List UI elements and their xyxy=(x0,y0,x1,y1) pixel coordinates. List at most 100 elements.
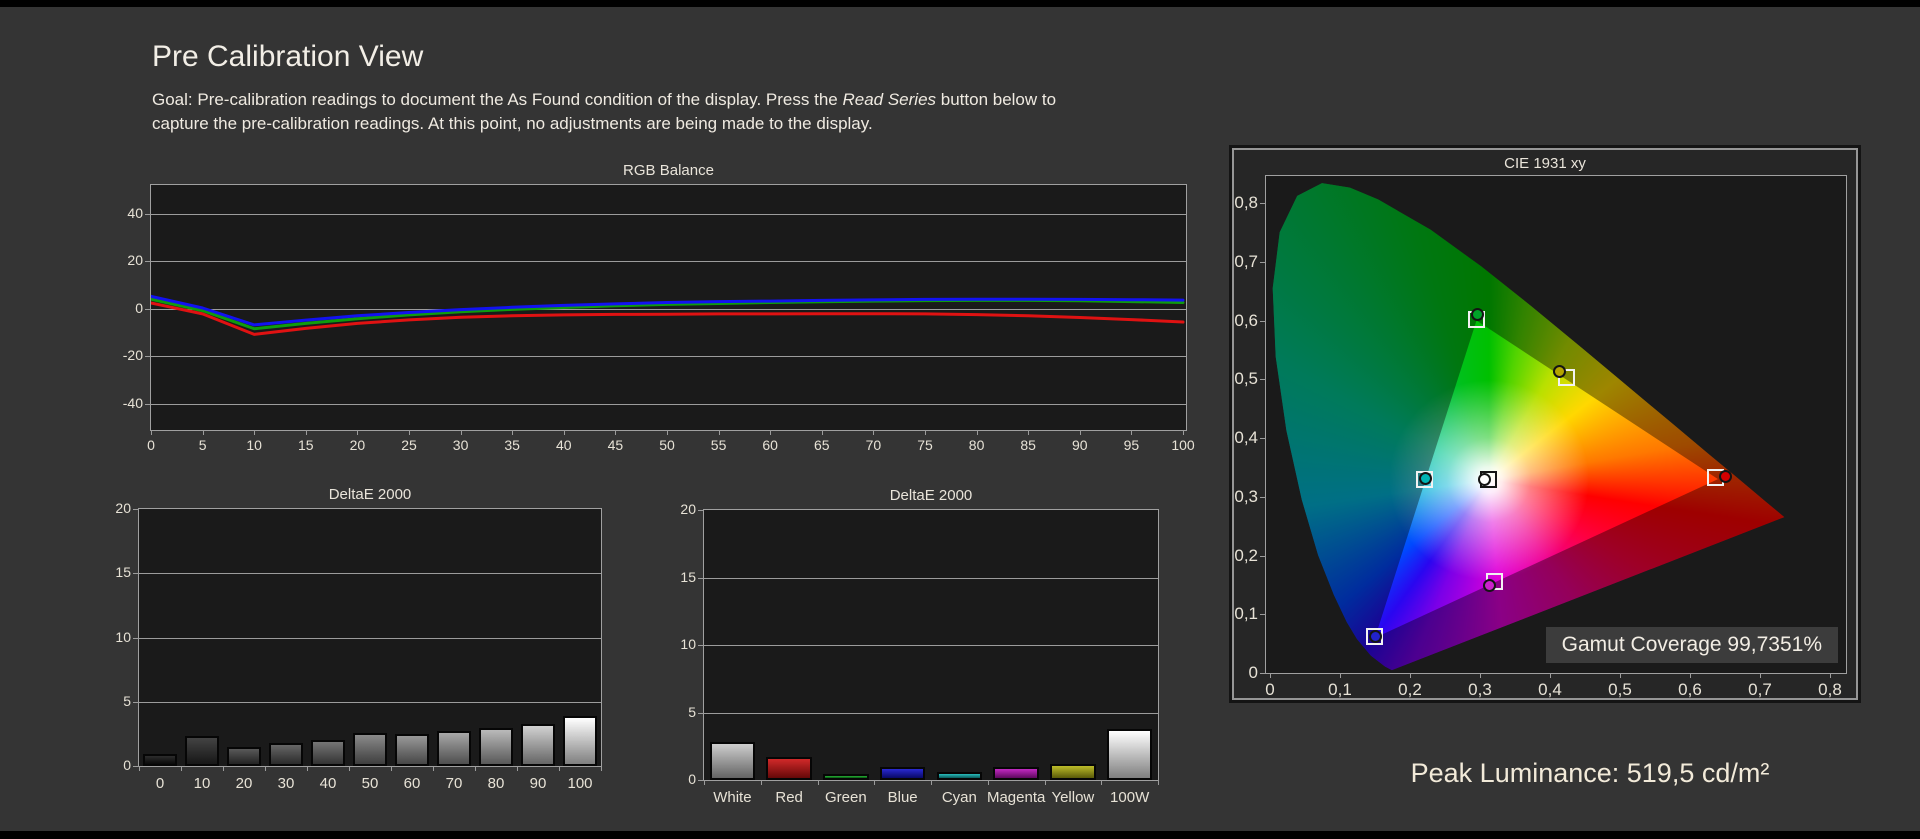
x-tick-label: 90 xyxy=(1060,437,1100,453)
bar-60 xyxy=(395,734,429,766)
x-tick-label: 50 xyxy=(647,437,687,453)
x-tick xyxy=(203,430,204,435)
cie-measured-red xyxy=(1719,470,1732,483)
y-tick xyxy=(133,509,139,510)
y-tick xyxy=(1260,673,1266,674)
top-black-strip xyxy=(0,0,1920,7)
x-tick xyxy=(1080,430,1081,435)
x-tick xyxy=(601,766,602,771)
y-tick xyxy=(698,510,704,511)
y-tick-label: 0 xyxy=(93,757,131,773)
bar-100 xyxy=(563,716,597,766)
y-tick-label: 0 xyxy=(658,771,696,787)
x-tick-label: 95 xyxy=(1111,437,1151,453)
x-tick-label: 25 xyxy=(389,437,429,453)
x-tick xyxy=(306,430,307,435)
x-tick xyxy=(1690,673,1691,678)
y-tick-label: 10 xyxy=(93,629,131,645)
x-tick xyxy=(977,430,978,435)
x-tick xyxy=(223,766,224,771)
bar-green xyxy=(823,774,868,780)
y-tick-label: 15 xyxy=(658,569,696,585)
bar-cyan xyxy=(937,772,982,780)
bar-50 xyxy=(353,733,387,766)
y-tick-label: 0,7 xyxy=(1224,252,1258,272)
peak-luminance-label: Peak Luminance: 519,5 cd/m² xyxy=(1310,758,1870,789)
y-tick-label: 0,4 xyxy=(1224,428,1258,448)
x-tick-label: 0,4 xyxy=(1525,680,1575,700)
x-tick xyxy=(704,780,705,785)
page-title: Pre Calibration View xyxy=(152,40,423,74)
x-tick xyxy=(931,780,932,785)
x-tick xyxy=(873,430,874,435)
bar-0 xyxy=(143,754,177,766)
x-tick xyxy=(1620,673,1621,678)
bar-40 xyxy=(311,740,345,766)
y-tick xyxy=(698,645,704,646)
y-tick-label: 0,6 xyxy=(1224,311,1258,331)
x-tick xyxy=(254,430,255,435)
bar-blue xyxy=(880,767,925,781)
gridline xyxy=(704,713,1158,714)
y-tick xyxy=(1260,497,1266,498)
y-tick-label: -40 xyxy=(105,395,143,411)
x-tick-label: 30 xyxy=(441,437,481,453)
x-tick xyxy=(391,766,392,771)
x-tick xyxy=(615,430,616,435)
gridline xyxy=(704,578,1158,579)
bottom-black-strip xyxy=(0,831,1920,839)
y-tick-label: 40 xyxy=(105,205,143,221)
x-tick xyxy=(307,766,308,771)
grayscale-deltae-chart: DeltaE 2000 0510152001020304050607080901… xyxy=(138,508,602,767)
x-tick-label: 70 xyxy=(853,437,893,453)
bar-yellow xyxy=(1050,764,1095,780)
y-tick-label: 5 xyxy=(93,693,131,709)
x-tick xyxy=(770,430,771,435)
x-tick xyxy=(719,430,720,435)
x-tick xyxy=(409,430,410,435)
goal-text-before: Goal: Pre-calibration readings to docume… xyxy=(152,90,842,109)
x-tick xyxy=(1028,430,1029,435)
x-tick-label: 35 xyxy=(492,437,532,453)
goal-text: Goal: Pre-calibration readings to docume… xyxy=(152,88,1112,136)
y-tick xyxy=(1260,438,1266,439)
x-tick-label: 0,1 xyxy=(1315,680,1365,700)
color-deltae-chart: DeltaE 2000 05101520WhiteRedGreenBlueCya… xyxy=(703,509,1159,781)
bar-80 xyxy=(479,728,513,767)
x-tick xyxy=(1410,673,1411,678)
x-tick xyxy=(822,430,823,435)
y-tick-label: 0,8 xyxy=(1224,193,1258,213)
y-tick-label: 0,1 xyxy=(1224,604,1258,624)
x-tick-label: 60 xyxy=(750,437,790,453)
x-tick xyxy=(1760,673,1761,678)
x-tick xyxy=(1101,780,1102,785)
x-tick-label: 0,2 xyxy=(1385,680,1435,700)
bar-90 xyxy=(521,724,555,766)
x-tick xyxy=(874,780,875,785)
cie-measured-yellow xyxy=(1553,365,1566,378)
y-tick xyxy=(1260,203,1266,204)
x-tick-label: 0,7 xyxy=(1735,680,1785,700)
x-tick xyxy=(349,766,350,771)
x-tick-label: 40 xyxy=(544,437,584,453)
y-tick-label: 20 xyxy=(93,500,131,516)
x-tick xyxy=(1480,673,1481,678)
y-tick-label: 0 xyxy=(105,300,143,316)
x-tick-label: 0,3 xyxy=(1455,680,1505,700)
x-tick xyxy=(517,766,518,771)
y-tick xyxy=(133,702,139,703)
gridline xyxy=(139,702,601,703)
x-tick xyxy=(1158,780,1159,785)
x-tick xyxy=(265,766,266,771)
bar-30 xyxy=(269,743,303,766)
y-tick-label: 0,2 xyxy=(1224,546,1258,566)
x-tick-label: 0,6 xyxy=(1665,680,1715,700)
x-tick xyxy=(1183,430,1184,435)
x-tick-label: 0,8 xyxy=(1805,680,1855,700)
x-tick xyxy=(564,430,565,435)
y-tick-label: 20 xyxy=(105,252,143,268)
x-tick-label: 20 xyxy=(337,437,377,453)
y-tick xyxy=(133,573,139,574)
rgb-lines xyxy=(151,185,1186,430)
bar-magenta xyxy=(993,767,1038,780)
